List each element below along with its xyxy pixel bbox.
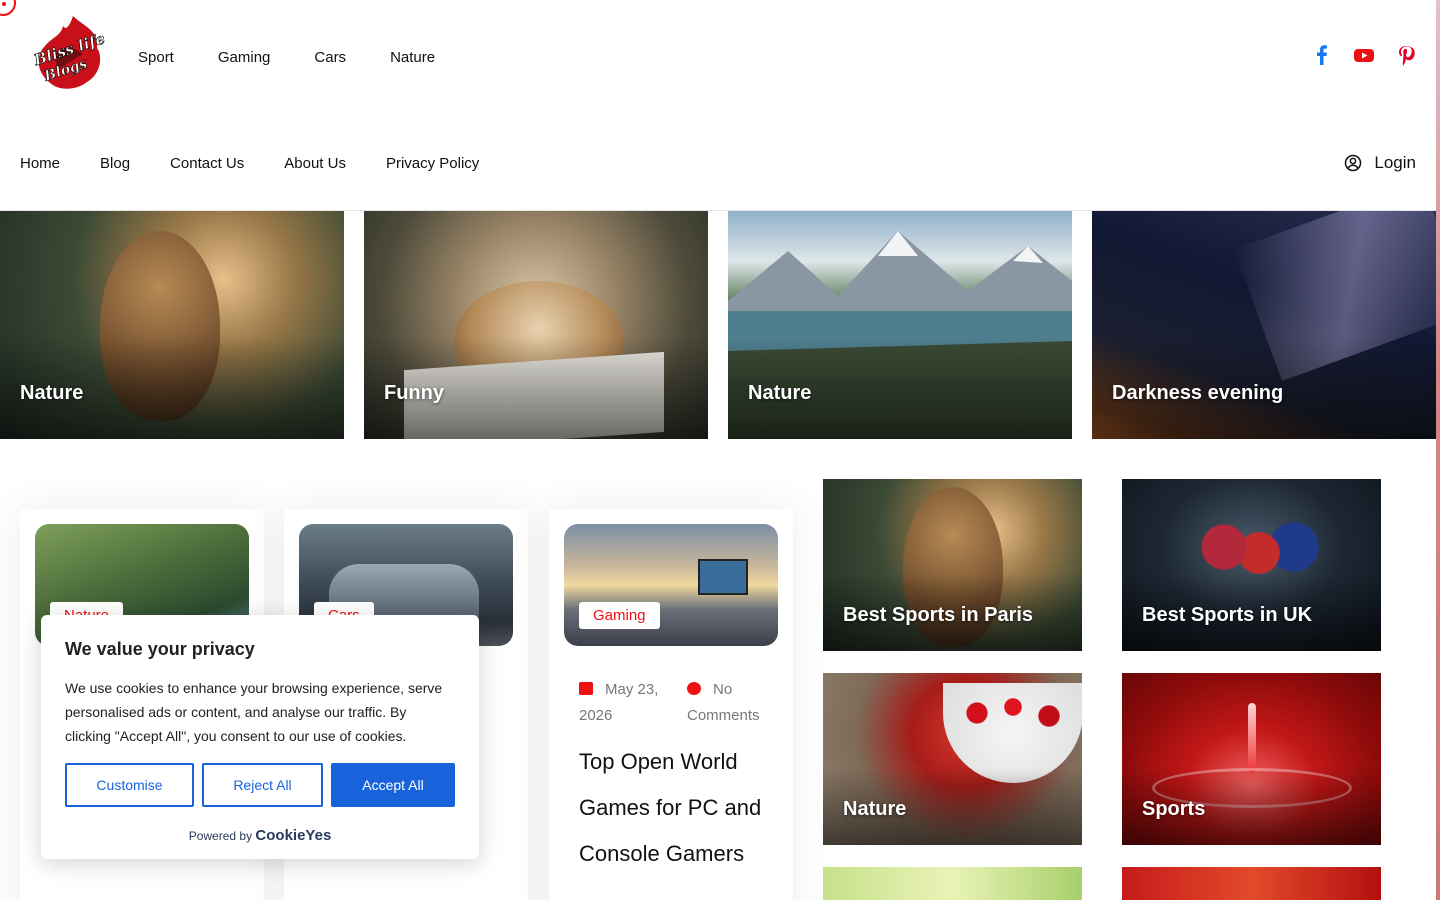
main-nav: Home Blog Contact Us About Us Privacy Po… — [0, 118, 1440, 211]
hero-tile[interactable]: Funny — [364, 211, 708, 439]
powered-by: Powered by CookieYes — [41, 827, 479, 844]
hero-tile[interactable]: Darkness evening — [1092, 211, 1436, 439]
nav-home[interactable]: Home — [20, 155, 60, 172]
pinterest-icon[interactable] — [1396, 44, 1416, 66]
nav-sport[interactable]: Sport — [138, 49, 174, 66]
grid-tile[interactable] — [1122, 867, 1381, 900]
main-nav-links: Home Blog Contact Us About Us Privacy Po… — [20, 155, 519, 172]
cookieyes-logo[interactable]: CookieYes — [255, 827, 331, 844]
hero-tiles: Nature Funny Nature Darkness evening — [0, 211, 1440, 439]
nav-gaming[interactable]: Gaming — [218, 49, 271, 66]
nav-cars[interactable]: Cars — [314, 49, 346, 66]
hero-tile-label: Nature — [20, 382, 84, 404]
post-title[interactable]: Top Open World Games for PC and Console … — [579, 739, 779, 877]
grid-tile-label: Best Sports in Paris — [843, 604, 1034, 626]
corner-indicator — [0, 0, 16, 16]
category-nav: Sport Gaming Cars Nature — [138, 49, 479, 66]
berries-image — [953, 683, 1073, 743]
grid-tile[interactable]: Sports — [1122, 673, 1381, 845]
nav-blog[interactable]: Blog — [100, 155, 130, 172]
top-header: Bliss life Blogs Sport Gaming Cars Natur… — [0, 0, 1440, 115]
post-card[interactable]: Gaming May 23, 2026 No Comments Top Open… — [549, 509, 793, 900]
facebook-icon[interactable] — [1312, 44, 1332, 66]
accept-all-button[interactable]: Accept All — [331, 763, 455, 807]
grid-tile[interactable]: Best Sports in Paris — [823, 479, 1082, 651]
logo-graphic: Bliss life Blogs — [30, 16, 108, 89]
hero-tile-label: Nature — [748, 382, 812, 404]
hero-tile-label: Funny — [384, 382, 444, 404]
site-logo[interactable]: Bliss life Blogs — [30, 12, 109, 92]
monitor-image — [698, 559, 748, 595]
grid-tile-label: Sports — [1142, 798, 1206, 820]
water-drop-image — [1248, 703, 1256, 773]
login-label: Login — [1374, 153, 1416, 172]
post-date: May 23, 2026 — [579, 677, 669, 729]
hero-tile[interactable]: Nature — [0, 211, 344, 439]
customise-button[interactable]: Customise — [65, 763, 194, 807]
user-circle-icon — [1345, 154, 1362, 172]
social-links — [1312, 44, 1416, 66]
nav-nature[interactable]: Nature — [390, 49, 435, 66]
hero-tile-label: Darkness evening — [1112, 382, 1284, 404]
nav-privacy-policy[interactable]: Privacy Policy — [386, 155, 479, 172]
hero-tile[interactable]: Nature — [728, 211, 1072, 439]
post-comments[interactable]: No Comments — [687, 677, 777, 729]
cookie-buttons: Customise Reject All Accept All — [65, 763, 455, 807]
reject-all-button[interactable]: Reject All — [202, 763, 323, 807]
page-scrollbar[interactable] — [1436, 0, 1440, 900]
youtube-icon[interactable] — [1354, 44, 1374, 66]
cookie-body: We use cookies to enhance your browsing … — [65, 680, 443, 744]
post-category-badge[interactable]: Gaming — [579, 602, 660, 629]
powered-by-label: Powered by — [188, 829, 253, 843]
cookie-title: We value your privacy — [65, 639, 255, 659]
grid-tile-label: Best Sports in UK — [1142, 604, 1313, 626]
grid-tile[interactable] — [823, 867, 1082, 900]
calendar-icon — [579, 682, 593, 695]
grid-tile[interactable]: Nature — [823, 673, 1082, 845]
comments-icon — [687, 682, 701, 695]
grid-tile-label: Nature — [843, 798, 907, 820]
nav-about-us[interactable]: About Us — [284, 155, 346, 172]
login-button[interactable]: Login — [1344, 153, 1416, 173]
nav-contact-us[interactable]: Contact Us — [170, 155, 244, 172]
cookie-consent-banner: We value your privacy We use cookies to … — [41, 615, 479, 859]
grid-tile[interactable]: Best Sports in UK — [1122, 479, 1381, 651]
